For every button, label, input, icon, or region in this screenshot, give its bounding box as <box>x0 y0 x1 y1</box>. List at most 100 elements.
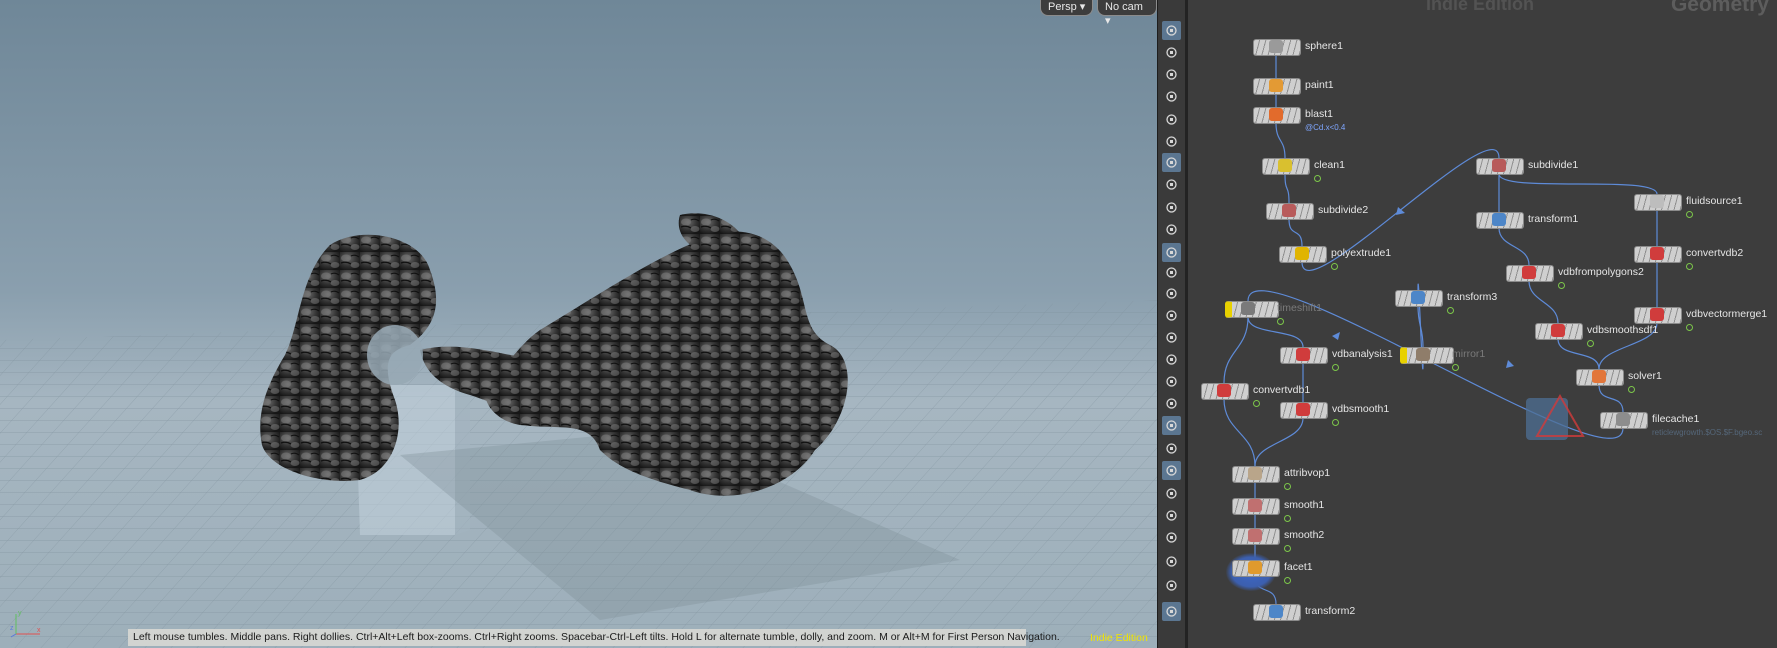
wire <box>1288 218 1303 247</box>
wire-arrow-icon <box>1332 332 1340 340</box>
node-label: vdbsmoothsdf1 <box>1587 324 1659 336</box>
brush-icon[interactable] <box>1162 284 1181 303</box>
light-link-icon[interactable] <box>1162 175 1181 194</box>
flag-icon <box>1331 263 1338 270</box>
wire <box>1284 173 1290 204</box>
facet-icon <box>1248 561 1262 574</box>
angle-icon[interactable] <box>1162 394 1181 413</box>
pen-icon[interactable] <box>1162 306 1181 325</box>
pin-icon[interactable] <box>1162 576 1181 595</box>
filecache-icon <box>1616 413 1630 426</box>
node-label: smooth1 <box>1284 499 1325 511</box>
flag-icon <box>1686 211 1693 218</box>
fluidsource-icon <box>1650 195 1664 208</box>
clean-icon <box>1278 159 1292 172</box>
transform-icon <box>1411 291 1425 304</box>
sphere-icon <box>1269 40 1283 53</box>
wire <box>1223 398 1256 467</box>
flag-icon <box>1284 545 1291 552</box>
flag-icon <box>1587 340 1594 347</box>
wire-arrow-icon <box>1506 360 1514 368</box>
vdb-icon <box>1650 247 1664 260</box>
pose-icon[interactable] <box>1162 43 1181 62</box>
scene-viewport[interactable]: Persp ▾ No cam ▾ x y z Left mouse tumble… <box>0 0 1157 648</box>
transform-icon[interactable] <box>1162 506 1181 525</box>
light-icon[interactable] <box>1162 153 1181 172</box>
smooth-icon <box>1248 529 1262 542</box>
cam-menu-label: No cam <box>1105 1 1143 13</box>
node-label: blast1 <box>1305 108 1334 120</box>
camera-icon[interactable] <box>1162 243 1181 262</box>
number-icon[interactable] <box>1162 328 1181 347</box>
node-label: subdivide2 <box>1318 204 1369 216</box>
render-icon[interactable] <box>1162 220 1181 239</box>
ghost-icon[interactable] <box>1162 87 1181 106</box>
timeshift-icon <box>1241 302 1255 315</box>
node-label: timeshift1 <box>1277 302 1322 314</box>
node-label: attribvop1 <box>1284 467 1331 479</box>
flag-icon <box>1558 282 1565 289</box>
vdb-icon <box>1217 384 1231 397</box>
measure-icon[interactable] <box>1162 372 1181 391</box>
node-label: vdbvectormerge1 <box>1686 308 1768 320</box>
axis-y-label: y <box>18 610 22 617</box>
display-icon[interactable] <box>1162 132 1181 151</box>
wire <box>1275 122 1286 159</box>
flag-icon <box>1447 307 1454 314</box>
paint-icon <box>1269 79 1283 92</box>
snapshot-icon[interactable] <box>1162 198 1181 217</box>
node-label: transform2 <box>1305 605 1356 617</box>
vdb-icon <box>1296 348 1310 361</box>
flag-icon <box>1284 515 1291 522</box>
wire <box>1247 316 1304 348</box>
viewport-hint-bar: Left mouse tumbles. Middle pans. Right d… <box>128 629 1060 646</box>
cam-menu[interactable]: No cam ▾ <box>1097 0 1157 27</box>
node-label: mirror1 <box>1452 348 1486 360</box>
box-icon[interactable] <box>1162 528 1181 547</box>
eye-icon[interactable] <box>1162 602 1181 621</box>
camera-menu[interactable]: Persp ▾ <box>1040 0 1094 16</box>
node-label: paint1 <box>1305 79 1334 91</box>
wire <box>1254 417 1304 467</box>
vdb-icon <box>1296 403 1310 416</box>
flag-icon <box>1332 364 1339 371</box>
node-comment: reticlewgrowth.$OS.$F.bgeo.sc <box>1652 428 1763 437</box>
node-label: vdbfrompolygons2 <box>1558 266 1644 278</box>
visibility-icon[interactable] <box>1162 110 1181 129</box>
node-label: sphere1 <box>1305 40 1343 52</box>
wire <box>1223 316 1249 384</box>
flag-icon <box>1452 364 1459 371</box>
view-icon[interactable] <box>1162 21 1181 40</box>
lock-icon[interactable] <box>1162 65 1181 84</box>
node-label: vdbanalysis1 <box>1332 348 1393 360</box>
axes-gizmo-icon: x y z <box>10 610 41 638</box>
shader-icon[interactable] <box>1162 461 1181 480</box>
smooth-icon <box>1248 499 1262 512</box>
subdivide-icon <box>1282 204 1296 217</box>
select-icon[interactable] <box>1162 416 1181 435</box>
node-label: polyextrude1 <box>1331 247 1392 259</box>
edition-label: Indie Edition <box>1090 632 1148 644</box>
node-label: transform1 <box>1528 213 1579 225</box>
dot-icon[interactable] <box>1162 263 1181 282</box>
flag-icon <box>1284 577 1291 584</box>
mirror-icon <box>1416 348 1430 361</box>
flag-icon <box>1284 483 1291 490</box>
axis-z-label: z <box>10 625 14 632</box>
flag-icon <box>1253 400 1260 407</box>
group-icon[interactable] <box>1162 439 1181 458</box>
node-label: vdbsmooth1 <box>1332 403 1390 415</box>
network-editor[interactable]: Indie Edition Geometry sphere1 paint1 blas… <box>1188 0 1777 648</box>
node-label: filecache1 <box>1652 413 1700 425</box>
vdb-icon <box>1522 266 1536 279</box>
transform-icon <box>1492 213 1506 226</box>
paint-icon[interactable] <box>1162 350 1181 369</box>
transform-icon <box>1269 605 1283 618</box>
wire <box>1598 384 1624 413</box>
wire <box>1528 280 1559 324</box>
image-icon[interactable] <box>1162 552 1181 571</box>
node-label: solver1 <box>1628 370 1662 382</box>
texture-icon[interactable] <box>1162 484 1181 503</box>
flag-icon <box>1686 263 1693 270</box>
node-label: facet1 <box>1284 561 1313 573</box>
